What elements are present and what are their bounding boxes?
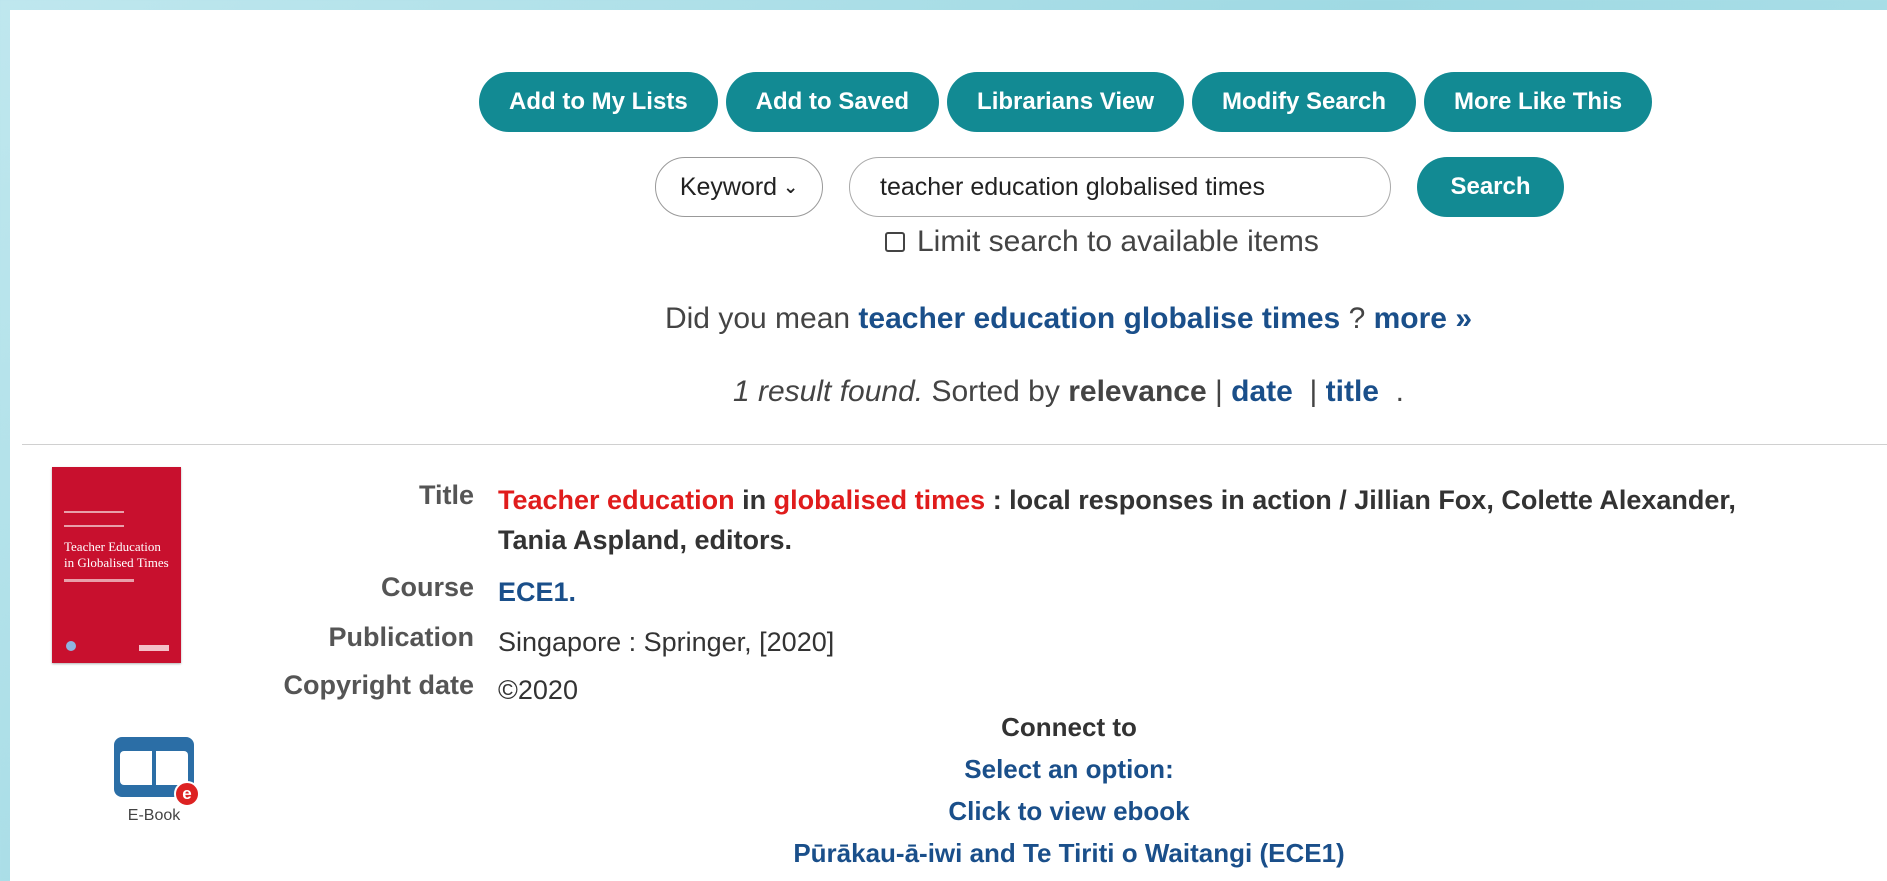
title-row: Title Teacher education in globalised ti… (280, 480, 1788, 560)
cover-title: Teacher Education in Globalised Times (64, 539, 169, 570)
publication-label: Publication (328, 622, 474, 652)
book-cover-image[interactable]: Teacher Education in Globalised Times (52, 467, 181, 663)
title-mid: in (742, 485, 767, 515)
connect-heading: Connect to (1001, 712, 1137, 742)
did-you-mean-suffix: ? (1348, 302, 1366, 335)
publication-value: Singapore : Springer, [2020] (498, 627, 835, 657)
search-button[interactable]: Search (1417, 157, 1564, 217)
librarians-view-button[interactable]: Librarians View (947, 72, 1184, 132)
copyright-value: ©2020 (498, 675, 578, 705)
action-toolbar: Add to My Lists Add to Saved Librarians … (479, 72, 1653, 132)
search-bar: Keyword ⌄ Search (655, 157, 1564, 217)
more-suggestions-link[interactable]: more » (1374, 302, 1472, 335)
title-value[interactable]: Teacher education in globalised times : … (498, 480, 1788, 560)
course-label: Course (380, 572, 474, 602)
cover-series-logo (66, 641, 76, 651)
limit-available-option: Limit search to available items (885, 225, 1319, 259)
course-resource-link: Pūrākau-ā-iwi and Te Tiriti o Waitangi (… (793, 838, 1345, 868)
sort-date-link[interactable]: date (1231, 375, 1293, 408)
copyright-label: Copyright date (283, 670, 474, 700)
add-to-saved-button[interactable]: Add to Saved (725, 72, 940, 132)
sorted-by-label: Sorted by (931, 375, 1060, 408)
search-type-select[interactable]: Keyword ⌄ (655, 157, 823, 217)
chevron-down-icon: ⌄ (783, 176, 799, 197)
sort-separator: | (1215, 375, 1223, 408)
title-label: Title (418, 480, 474, 510)
course-link[interactable]: ECE1. (498, 577, 576, 607)
did-you-mean-prefix: Did you mean (664, 302, 851, 335)
publication-row: Publication Singapore : Springer, [2020] (280, 622, 1788, 662)
cover-subtitle-line (64, 579, 134, 582)
limit-available-checkbox[interactable] (885, 232, 905, 252)
did-you-mean: Did you mean teacher education globalise… (10, 302, 1887, 336)
sort-separator: | (1309, 375, 1318, 408)
cover-authors-lines (64, 511, 124, 527)
search-input[interactable] (849, 157, 1391, 217)
more-like-this-button[interactable]: More Like This (1424, 72, 1653, 132)
add-to-my-lists-button[interactable]: Add to My Lists (479, 72, 718, 132)
sort-relevance: relevance (1068, 375, 1207, 408)
course-row: Course ECE1. (280, 572, 1788, 612)
cover-publisher-logo (139, 645, 169, 651)
modify-search-button[interactable]: Modify Search (1192, 72, 1417, 132)
title-highlight-1: Teacher education (498, 485, 735, 515)
results-summary: 1 result found. Sorted by relevance | da… (10, 375, 1887, 409)
main-panel: Add to My Lists Add to Saved Librarians … (10, 10, 1887, 881)
view-ebook-link: Click to view ebook (948, 796, 1190, 826)
sort-end: . (1395, 375, 1405, 408)
select-option-link: Select an option: (964, 754, 1174, 784)
limit-available-label: Limit search to available items (917, 225, 1319, 258)
result-count: 1 result found. (732, 375, 924, 408)
search-type-value: Keyword (679, 172, 778, 201)
sort-title-link[interactable]: title (1326, 375, 1379, 408)
title-highlight-2: globalised times (773, 485, 986, 515)
record-fields: Title Teacher education in globalised ti… (280, 480, 1788, 710)
suggested-query-link[interactable]: teacher education globalise times (858, 302, 1340, 335)
copyright-row: Copyright date ©2020 (280, 670, 1788, 710)
divider (22, 444, 1887, 445)
